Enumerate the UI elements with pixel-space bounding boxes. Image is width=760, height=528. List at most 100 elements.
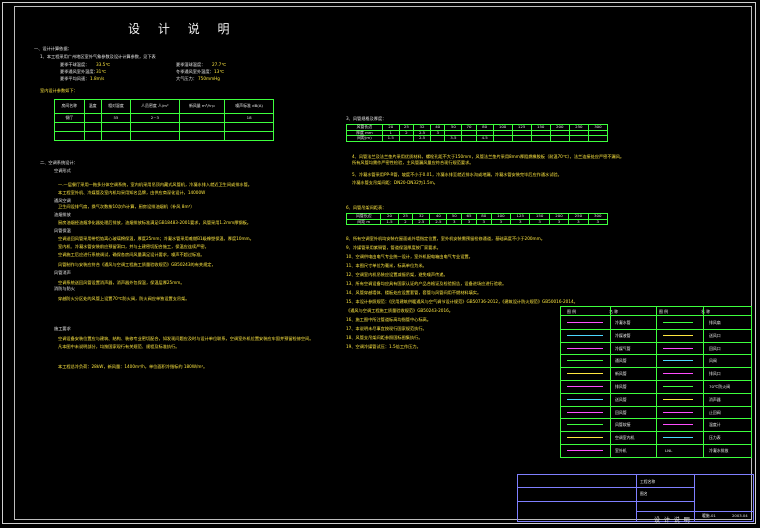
legend-symbol [663, 424, 693, 426]
legend-header-cell: 图 例 [567, 309, 577, 314]
legend-symbol [567, 347, 603, 349]
summer-out-value: 31℃ [96, 69, 107, 74]
legend-row: 冷媒液管 送风口 [561, 329, 751, 343]
summer-db-value: 33.5℃ [96, 62, 111, 67]
note-line: 所有风管均需作严密性检验，主风管漏风量应符合现行规范要求。 [352, 160, 474, 165]
legend-row: 风管软接 温度计 [561, 418, 751, 433]
legend-row: 冷媒气管 回风口 [561, 342, 751, 356]
sheet-number: 暖施-01 [702, 513, 716, 518]
duct-spec-table: 风管长边 20 25 32 40 50 70 80 100 125 150 200 250 300 厚度 m… [346, 124, 609, 142]
legend-name: 压力表 [709, 435, 721, 441]
note-line: 14、风管穿越墙体、楼板处应设置套管，套管与风管间用不燃材料填实。 [346, 290, 482, 295]
note-line: 空调设备安装位置应与建筑、结构、装修专业密切配合，如发现问题应及时与设计单位联系… [58, 336, 314, 341]
table-cell: 3 [490, 218, 512, 226]
table-cell [511, 135, 532, 142]
table-cell: 3 [510, 218, 531, 226]
legend-name: 室外机 [615, 448, 627, 453]
legend-symbol [567, 334, 603, 336]
legend-symbol [567, 373, 603, 375]
table-header: 温度 [83, 99, 102, 114]
legend-name: 冷媒液管 [615, 332, 631, 338]
legend-symbol-text: LNL [665, 448, 673, 453]
table-cell [83, 131, 102, 141]
legend-name: 70℃防火阀 [709, 384, 730, 389]
table-cell [54, 131, 85, 141]
table-cell [492, 135, 513, 142]
table-cell [549, 135, 570, 142]
note-line: 15、本设计参照规范：《民用建筑供暖通风与空气调节设计规范》GB50736-20… [346, 299, 578, 304]
table-cell [100, 131, 132, 141]
note-line: 12、空调室内机吊装应设置减振吊架，避免噪声传递。 [346, 272, 448, 277]
table-header: 房间名称 [54, 99, 85, 114]
legend-symbol [663, 334, 693, 336]
table-cell [224, 122, 274, 132]
note-line: 6、风管吊架间距表： [346, 205, 387, 210]
winter-out-label: 冬季通风室外温度： [176, 69, 214, 74]
legend-row: 回风管 止回阀 [561, 406, 751, 420]
legend-symbol [567, 386, 603, 387]
note-line: 本工程总冷负荷：28kW，新风量：1400m³/h，单位面积冷指标约 180W/… [58, 364, 208, 369]
table-cell [461, 135, 477, 142]
table-cell [83, 113, 102, 123]
note-line: 11、本图尺寸单位为毫米，标高单位为米。 [346, 263, 427, 268]
legend-name: 空调室内机 [615, 435, 635, 441]
legend-row: 排风管 70℃防火阀 [561, 380, 751, 394]
legend-symbol [567, 398, 603, 400]
legend-name: 回风口 [709, 345, 721, 351]
winter-out-value: 13℃ [214, 69, 225, 74]
legend-name: 排风口 [709, 371, 721, 377]
note-line: 19、空调冷媒管试压：1.5倍工作压力。 [346, 344, 421, 349]
title-block: 工程名称 图名 设 计 说 明 2003.04 暖施-01 [517, 474, 754, 524]
note-line: 《通风与空调工程施工质量验收规范》GB50243-2016。 [346, 308, 453, 313]
table-cell [178, 122, 226, 132]
legend-symbol [567, 437, 603, 439]
section-three-heading: 3、风管规格及厚度： [346, 116, 387, 121]
legend-name: 送风管 [615, 396, 627, 402]
legend-name: 通风管 [615, 358, 627, 364]
note-line: 一.一层餐厅采用一拖多分体空调系统，室内机采用吊顶内藏式风管机，冷凝水排入就近卫… [58, 182, 252, 187]
table-cell [83, 122, 102, 132]
drawing-date: 2003.04 [732, 513, 748, 518]
table-header: 人员密度 人/m² [130, 99, 180, 114]
note-line: 消防与防火 [54, 286, 75, 291]
note-line: 风管保温 [54, 228, 71, 233]
note-line: 10、空调供电由电气专业统一设计，室外机配电箱由电气专业设置。 [346, 254, 473, 259]
table-cell [429, 135, 446, 142]
table-cell [398, 135, 415, 142]
note-line: 凡本图中未说明部分，均按国家现行有关规范、规程及标准执行。 [58, 344, 180, 349]
legend-name: 冷凝水排放 [709, 448, 729, 453]
legend-symbol [663, 437, 693, 439]
legend-table: 图 例名 称图 例名 称冷凝水管 排风扇 冷媒液管 送风口 冷媒气管 回风口 通风管 风阀 新风… [560, 306, 752, 458]
table-cell [587, 135, 609, 142]
table-header: 相对湿度 [100, 99, 132, 114]
legend-symbol [663, 347, 693, 349]
legend-name: 消声器 [709, 396, 721, 402]
table-cell: 3 [475, 218, 492, 226]
table-cell: 1.5 [381, 135, 400, 142]
table-cell: 1.5 [380, 218, 399, 226]
table-cell: 18 [224, 113, 274, 123]
project-label: 工程名称 [640, 479, 656, 484]
table-cell: 3 [446, 218, 463, 226]
note-line: 风管制作与安装应符合《通风与空调工程施工质量验收规范》GB50243的有关规定， [58, 262, 216, 267]
note-line: 13、所有空调设备均应具有国家认证的产品合格证及检验报告，设备进场应进行验收。 [346, 281, 507, 286]
legend-name: 排风管 [615, 384, 627, 389]
table-cell: 间距(m) [346, 135, 383, 142]
note-line: 8、所有空调室外机均安装在屋面或外墙指定位置，室外机安装需预留检修通道，基础高度… [346, 236, 545, 241]
note-line: 17、本说明未尽事宜按现行国家规范执行。 [346, 326, 427, 331]
drawing-name: 设 计 说 明 [654, 517, 691, 524]
legend-symbol [567, 424, 603, 426]
legend-row: 通风管 风阀 [561, 354, 751, 369]
summer-db-label: 夏季干球温度： [60, 62, 90, 67]
note-line: 冷凝水管支吊架间距：DN20-DN32为1.5m。 [352, 180, 438, 185]
note-line: 空调送回风管采用带铝箔离心玻璃棉保温，厚度25mm；冷凝水管采用难燃B1级橡塑保… [58, 236, 254, 241]
table-cell [100, 122, 132, 132]
legend-row: 室外机 LNL 冷凝水排放 [561, 444, 751, 458]
summer-out-label: 夏季通风室外温度： [60, 69, 98, 74]
table-cell: 4.5 [475, 135, 494, 142]
summer-wb-label: 夏季湿球温度： [176, 62, 206, 67]
note-line: 通风空调 [54, 198, 71, 203]
note-line: 4、风管法兰及法兰垫片采用优质材料，螺栓孔距不大于150mm，风管法兰垫片采用8… [352, 154, 625, 159]
legend-symbol [567, 322, 603, 323]
legend-name: 冷媒气管 [615, 345, 631, 351]
